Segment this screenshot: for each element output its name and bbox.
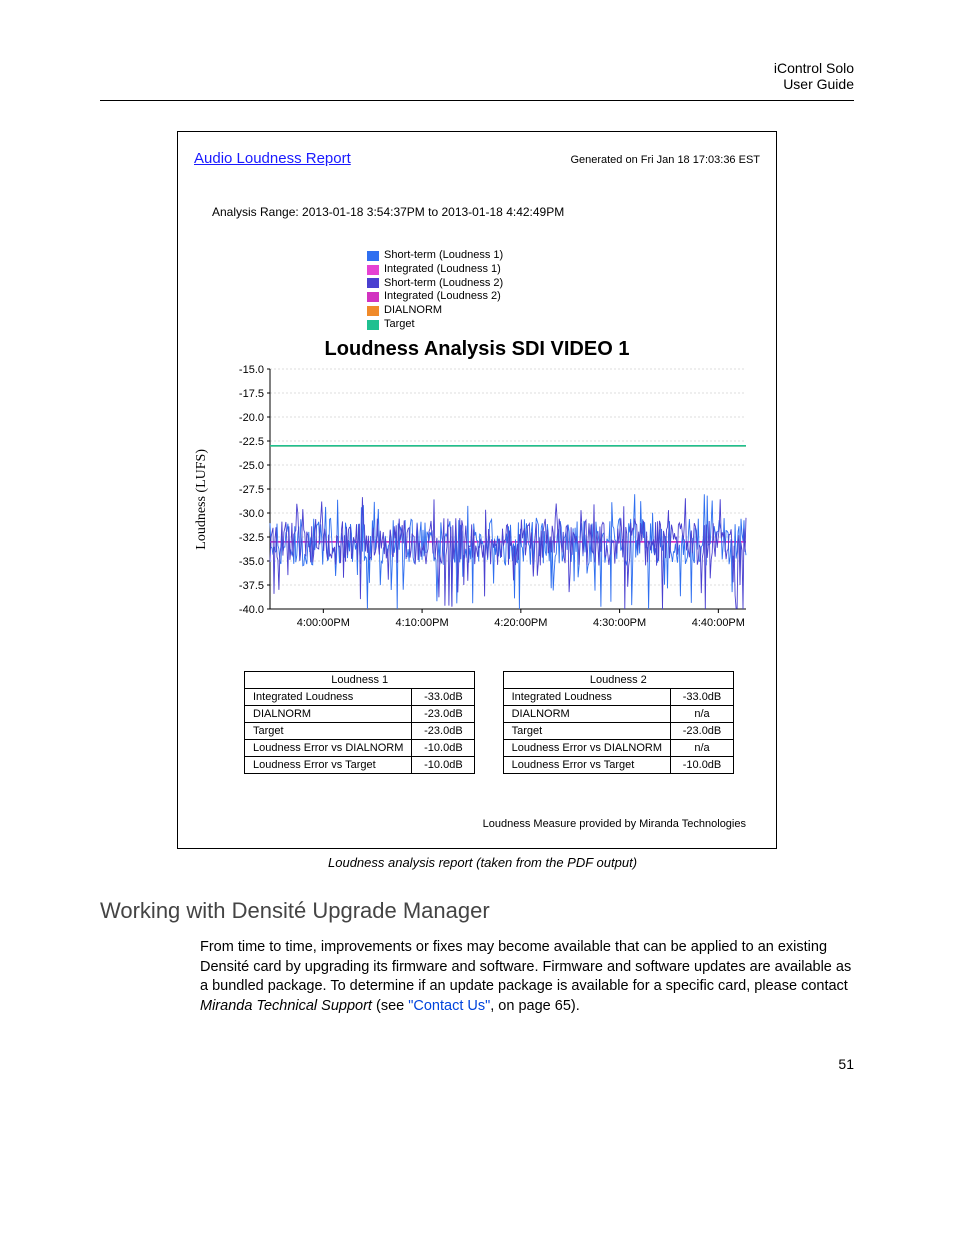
svg-text:-27.5: -27.5 (239, 484, 264, 496)
legend: Short-term (Loudness 1) Integrated (Loud… (367, 249, 587, 332)
table-row: Loudness Error vs DIALNORM-10.0dB (245, 739, 475, 756)
table-title: Loudness 2 (503, 671, 733, 688)
legend-label: DIALNORM (384, 304, 442, 318)
section-paragraph: From time to time, improvements or fixes… (200, 938, 854, 1016)
table-title: Loudness 1 (245, 671, 475, 688)
table-row: Integrated Loudness-33.0dB (503, 688, 733, 705)
table-row: DIALNORM-23.0dB (245, 705, 475, 722)
chart-title: Loudness Analysis SDI VIDEO 1 (194, 338, 760, 361)
y-axis-label: Loudness (LUFS) (194, 449, 210, 550)
swatch-icon (367, 320, 379, 330)
svg-text:-25.0: -25.0 (239, 460, 264, 472)
swatch-icon (367, 251, 379, 261)
legend-item: Target (367, 318, 587, 332)
header-rule (100, 100, 854, 101)
svg-text:-32.5: -32.5 (239, 532, 264, 544)
legend-label: Short-term (Loudness 1) (384, 249, 503, 263)
section-heading: Working with Densité Upgrade Manager (100, 898, 854, 924)
svg-text:-22.5: -22.5 (239, 436, 264, 448)
svg-text:4:40:00PM: 4:40:00PM (692, 617, 745, 629)
table-row: Loudness Error vs DIALNORMn/a (503, 739, 733, 756)
legend-label: Target (384, 318, 415, 332)
para-text: From time to time, improvements or fixes… (200, 939, 851, 994)
figure-footer: Loudness Measure provided by Miranda Tec… (194, 818, 746, 830)
analysis-range: Analysis Range: 2013-01-18 3:54:37PM to … (212, 205, 760, 219)
swatch-icon (367, 306, 379, 316)
svg-text:-15.0: -15.0 (239, 365, 264, 376)
para-text: , on page 65). (490, 998, 580, 1014)
report-title: Audio Loudness Report (194, 150, 351, 167)
legend-label: Short-term (Loudness 2) (384, 277, 503, 291)
legend-item: Integrated (Loudness 1) (367, 263, 587, 277)
figure-frame: Audio Loudness Report Generated on Fri J… (177, 131, 777, 849)
svg-text:4:30:00PM: 4:30:00PM (593, 617, 646, 629)
loudness-table-2: Loudness 2 Integrated Loudness-33.0dB DI… (503, 671, 734, 774)
loudness-table-1: Loudness 1 Integrated Loudness-33.0dB DI… (244, 671, 475, 774)
generated-date: Generated on Fri Jan 18 17:03:36 EST (570, 154, 760, 166)
svg-text:-20.0: -20.0 (239, 412, 264, 424)
svg-text:4:20:00PM: 4:20:00PM (494, 617, 547, 629)
legend-label: Integrated (Loudness 2) (384, 290, 501, 304)
swatch-icon (367, 265, 379, 275)
para-italic: Miranda Technical Support (200, 998, 372, 1014)
svg-text:-30.0: -30.0 (239, 508, 264, 520)
chart-svg: -15.0 -17.5 -20.0 -22.5 -25.0 -27.5 -30.0 -32.5… (214, 365, 754, 635)
header-product: iControl Solo (100, 60, 854, 76)
legend-item: DIALNORM (367, 304, 587, 318)
svg-text:4:00:00PM: 4:00:00PM (297, 617, 350, 629)
header-doctype: User Guide (100, 76, 854, 92)
table-row: Loudness Error vs Target-10.0dB (503, 756, 733, 773)
table-row: Target-23.0dB (503, 722, 733, 739)
para-text: (see (372, 998, 408, 1014)
swatch-icon (367, 292, 379, 302)
legend-item: Short-term (Loudness 1) (367, 249, 587, 263)
table-row: Target-23.0dB (245, 722, 475, 739)
svg-text:-40.0: -40.0 (239, 604, 264, 616)
svg-text:-35.0: -35.0 (239, 556, 264, 568)
swatch-icon (367, 278, 379, 288)
table-row: Integrated Loudness-33.0dB (245, 688, 475, 705)
figure-caption: Loudness analysis report (taken from the… (328, 855, 854, 870)
legend-label: Integrated (Loudness 1) (384, 263, 501, 277)
contact-us-link[interactable]: "Contact Us" (408, 998, 490, 1014)
svg-text:-17.5: -17.5 (239, 388, 264, 400)
chart: Loudness (LUFS) -15.0 -17.5 -20.0 -22.5 -25.… (194, 365, 760, 635)
legend-item: Short-term (Loudness 2) (367, 277, 587, 291)
table-row: DIALNORMn/a (503, 705, 733, 722)
page-number: 51 (100, 1056, 854, 1072)
svg-text:-37.5: -37.5 (239, 580, 264, 592)
svg-text:4:10:00PM: 4:10:00PM (395, 617, 448, 629)
page-header: iControl Solo User Guide (100, 60, 854, 92)
table-row: Loudness Error vs Target-10.0dB (245, 756, 475, 773)
legend-item: Integrated (Loudness 2) (367, 290, 587, 304)
